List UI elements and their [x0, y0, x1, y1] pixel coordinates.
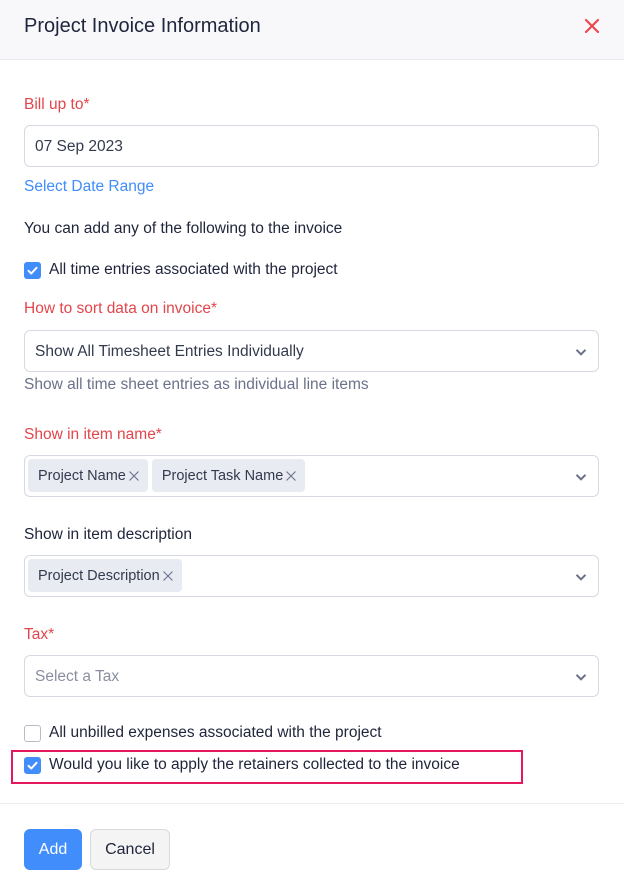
bill-up-to-label: Bill up to* — [24, 96, 90, 113]
expenses-option[interactable]: All unbilled expenses associated with th… — [24, 724, 382, 742]
chip-project-description: Project Description — [28, 559, 182, 592]
checkmark-icon — [27, 761, 38, 769]
modal-title: Project Invoice Information — [24, 15, 261, 37]
bill-up-to-value: 07 Sep 2023 — [35, 138, 123, 155]
expenses-checkbox[interactable] — [24, 724, 41, 742]
tax-label: Tax* — [24, 626, 55, 643]
sort-hint: Show all time sheet entries as individua… — [24, 376, 369, 393]
sort-selected-value: Show All Timesheet Entries Individually — [35, 343, 304, 360]
add-button[interactable]: Add — [24, 829, 82, 870]
checkmark-icon — [27, 266, 38, 274]
chip-label: Project Task Name — [161, 467, 284, 484]
time-entries-label: All time entries associated with the pro… — [49, 261, 338, 278]
select-date-range-link[interactable]: Select Date Range — [24, 178, 154, 196]
retainers-label: Would you like to apply the retainers co… — [49, 756, 460, 773]
chip-project-task-name: Project Task Name — [151, 459, 306, 492]
item-description-multiselect[interactable]: Project Description — [24, 555, 599, 597]
retainers-checkbox[interactable] — [24, 756, 41, 774]
item-name-label: Show in item name* — [24, 426, 162, 443]
chip-project-name: Project Name — [28, 459, 148, 492]
time-entries-option[interactable]: All time entries associated with the pro… — [24, 261, 338, 279]
chevron-down-icon — [575, 574, 587, 581]
retainers-option[interactable]: Would you like to apply the retainers co… — [24, 756, 460, 774]
expenses-label: All unbilled expenses associated with th… — [49, 724, 382, 741]
item-description-label: Show in item description — [24, 526, 192, 543]
tax-placeholder: Select a Tax — [35, 668, 120, 685]
remove-chip-icon[interactable] — [285, 470, 297, 482]
time-entries-checkbox[interactable] — [24, 261, 41, 279]
remove-chip-icon[interactable] — [162, 570, 174, 582]
cancel-button[interactable]: Cancel — [90, 829, 170, 870]
modal-header: Project Invoice Information — [0, 0, 624, 60]
sort-select[interactable]: Show All Timesheet Entries Individually — [24, 330, 599, 372]
sort-label: How to sort data on invoice* — [24, 300, 217, 317]
tax-select[interactable]: Select a Tax — [24, 655, 599, 697]
chip-label: Project Description — [38, 567, 160, 584]
remove-chip-icon[interactable] — [128, 470, 140, 482]
intro-text: You can add any of the following to the … — [24, 220, 343, 237]
chevron-down-icon — [575, 674, 587, 681]
chevron-down-icon — [575, 474, 587, 481]
close-icon — [584, 18, 600, 34]
close-button[interactable] — [580, 14, 604, 38]
bill-up-to-date-input[interactable]: 07 Sep 2023 — [24, 125, 599, 167]
footer-divider — [0, 803, 624, 804]
chip-label: Project Name — [38, 467, 126, 484]
item-name-multiselect[interactable]: Project Name Project Task Name — [24, 455, 599, 497]
chevron-down-icon — [575, 349, 587, 356]
